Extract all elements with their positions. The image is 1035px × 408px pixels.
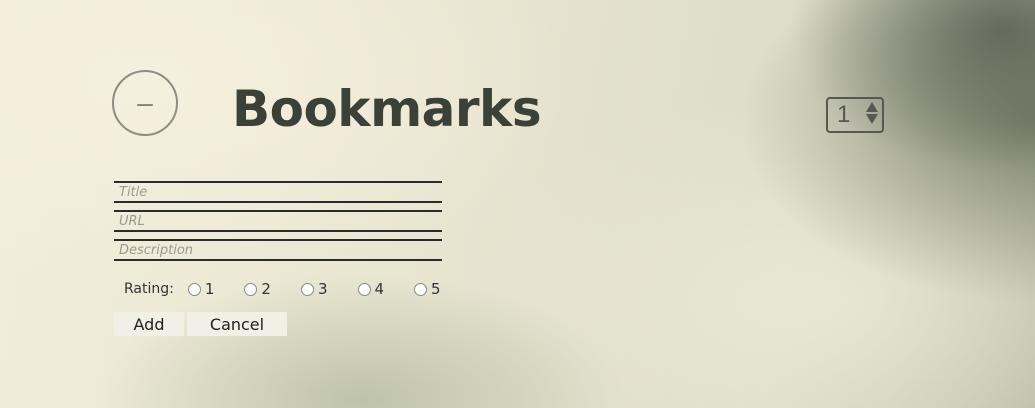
radio-button[interactable] [244, 282, 258, 296]
rating-label: Rating: [124, 281, 174, 297]
rating-value: 4 [374, 280, 385, 298]
rating-value: 1 [204, 280, 215, 298]
collapse-button[interactable]: – [112, 70, 178, 136]
radio-button[interactable] [357, 282, 371, 296]
radio-button[interactable] [300, 282, 314, 296]
add-button[interactable]: Add [114, 312, 184, 336]
page-title: Bookmarks [232, 80, 542, 138]
rating-value: 5 [431, 280, 441, 298]
page-number-value: 1 [837, 101, 851, 128]
rating-value: 3 [317, 280, 328, 298]
page-number-stepper[interactable]: 1 [826, 97, 884, 133]
cancel-button[interactable]: Cancel [187, 312, 287, 336]
title-input[interactable] [114, 181, 442, 203]
caret-up-icon[interactable] [866, 102, 878, 112]
description-input[interactable] [114, 239, 442, 261]
minus-icon: – [137, 87, 153, 118]
rating-option-3[interactable]: 3 [300, 280, 328, 298]
url-input[interactable] [114, 210, 442, 232]
radio-button[interactable] [187, 282, 201, 296]
caret-down-icon[interactable] [866, 114, 878, 124]
radio-button[interactable] [414, 282, 428, 296]
rating-option-2[interactable]: 2 [244, 280, 271, 298]
rating-value: 2 [261, 280, 271, 298]
bookmark-form [114, 181, 442, 268]
rating-option-4[interactable]: 4 [357, 280, 385, 298]
rating-group: Rating: 1 2 3 4 5 [124, 280, 457, 298]
rating-option-1[interactable]: 1 [187, 280, 215, 298]
rating-option-5[interactable]: 5 [414, 280, 441, 298]
